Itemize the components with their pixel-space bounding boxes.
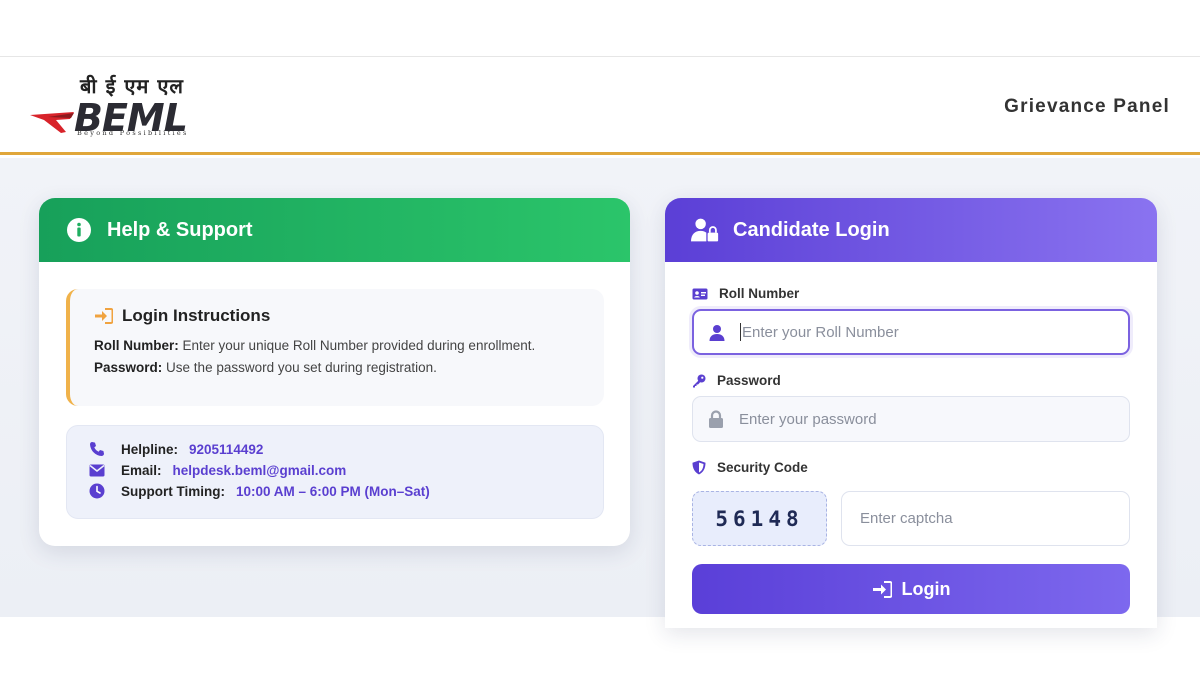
email-row: Email: helpdesk.beml@gmail.com — [89, 462, 346, 478]
password-field[interactable] — [692, 396, 1130, 442]
roll-number-label: Roll Number — [692, 286, 799, 301]
instruction-password-label: Password: — [94, 360, 163, 375]
helpline-row: Helpline: 9205114492 — [89, 441, 263, 457]
logo-hindi-text: बी ई एम एल — [80, 74, 184, 98]
email-label: Email: — [121, 462, 162, 478]
instructions-title: Login Instructions — [122, 306, 271, 325]
captcha-input[interactable] — [860, 510, 1110, 527]
page-title: Grievance Panel — [1004, 96, 1170, 117]
contact-info-box: Helpline: 9205114492 Email: helpdesk.bem… — [66, 425, 604, 519]
lock-icon — [707, 410, 725, 428]
instructions-heading: Login Instructions — [94, 306, 270, 326]
login-button-label: Login — [901, 578, 951, 599]
phone-icon — [89, 441, 105, 457]
key-icon — [693, 374, 706, 387]
envelope-icon — [89, 462, 105, 478]
logo-tagline: Beyond Possibilities — [77, 129, 189, 137]
user-icon — [708, 323, 726, 341]
login-card-header: Candidate Login — [665, 198, 1157, 262]
roll-number-label-text: Roll Number — [719, 286, 800, 301]
helpline-number[interactable]: 9205114492 — [189, 442, 263, 457]
password-input[interactable] — [739, 410, 1099, 428]
sign-in-icon — [95, 308, 113, 324]
login-instructions-box: Login Instructions Roll Number: Enter yo… — [66, 289, 604, 406]
timing-row: Support Timing: 10:00 AM – 6:00 PM (Mon–… — [89, 483, 430, 499]
top-strip — [0, 0, 1200, 57]
email-link[interactable]: helpdesk.beml@gmail.com — [173, 463, 347, 478]
candidate-login-card: Candidate Login Roll Number Password Sec… — [665, 198, 1157, 628]
captcha-code: 56148 — [692, 491, 827, 546]
help-support-card: Help & Support Login Instructions Roll N… — [39, 198, 630, 546]
security-code-label: Security Code — [692, 460, 808, 475]
main-area: Help & Support Login Instructions Roll N… — [0, 158, 1200, 628]
shield-icon — [692, 460, 706, 475]
password-label-text: Password — [717, 373, 781, 388]
timing-label: Support Timing: — [121, 483, 225, 499]
instruction-roll-text: Enter your unique Roll Number provided d… — [182, 338, 536, 353]
login-card-title: Candidate Login — [733, 218, 890, 241]
helpline-label: Helpline: — [121, 441, 179, 457]
beml-logo[interactable]: बी ई एम एल BEML Beyond Possibilities — [30, 72, 235, 142]
captcha-field[interactable] — [841, 491, 1130, 546]
text-caret — [740, 323, 741, 341]
info-circle-icon — [65, 216, 93, 244]
login-button[interactable]: Login — [692, 564, 1130, 614]
instruction-roll-number: Roll Number: Enter your unique Roll Numb… — [94, 338, 535, 353]
roll-number-field[interactable] — [692, 309, 1130, 355]
help-card-title: Help & Support — [107, 218, 253, 241]
roll-number-input[interactable] — [742, 323, 1102, 341]
instruction-password-text: Use the password you set during registra… — [166, 360, 437, 375]
instruction-roll-label: Roll Number: — [94, 338, 179, 353]
id-card-icon — [692, 288, 708, 299]
clock-icon — [89, 483, 105, 499]
site-header: बी ई एम एल BEML Beyond Possibilities Gri… — [0, 58, 1200, 155]
instruction-password: Password: Use the password you set durin… — [94, 360, 437, 375]
user-lock-icon — [691, 216, 719, 244]
password-label: Password — [692, 373, 781, 388]
help-card-header: Help & Support — [39, 198, 630, 262]
security-code-label-text: Security Code — [717, 460, 808, 475]
sign-in-icon — [872, 580, 892, 598]
timing-value: 10:00 AM – 6:00 PM (Mon–Sat) — [236, 483, 430, 499]
